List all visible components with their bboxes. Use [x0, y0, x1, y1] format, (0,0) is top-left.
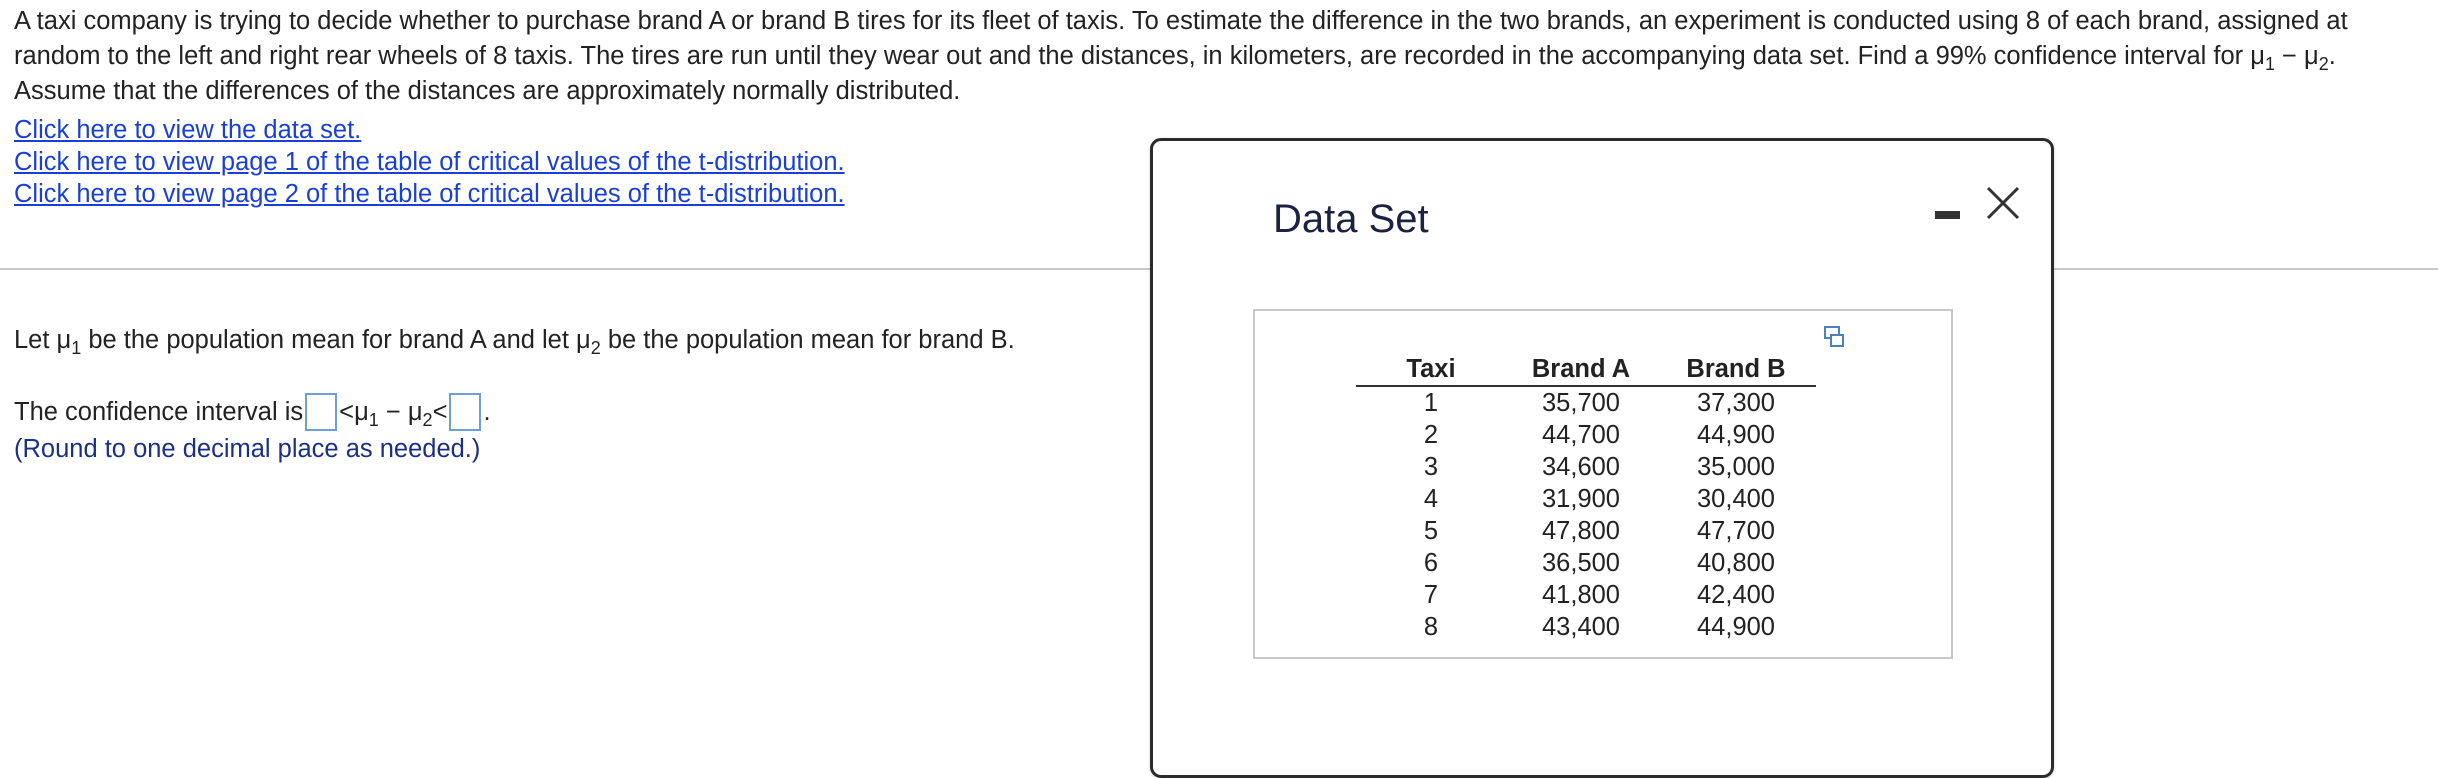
taxi-cell: 3	[1423, 453, 1439, 481]
taxi-cell: 4	[1423, 485, 1439, 513]
brand-a-cell: 47,800	[1542, 517, 1620, 545]
table-row: 7 41,800 42,400	[1356, 579, 1816, 611]
t-table-page-2-link[interactable]: Click here to view page 2 of the table o…	[14, 178, 845, 210]
brand-a-cell: 35,700	[1542, 389, 1620, 417]
brand-b-cell: 42,400	[1697, 581, 1775, 609]
taxi-cell: 7	[1423, 581, 1439, 609]
brand-b-cell: 40,800	[1697, 549, 1775, 577]
less-than-symbol: <	[432, 398, 448, 426]
table-header-row: Taxi Brand A Brand B	[1356, 353, 1816, 387]
copy-icon[interactable]	[1822, 325, 1846, 349]
table-row: 6 36,500 40,800	[1356, 547, 1816, 579]
dialog-title: Data Set	[1273, 197, 1429, 241]
brand-a-cell: 41,800	[1542, 581, 1620, 609]
table-row: 3 34,600 35,000	[1356, 451, 1816, 483]
taxi-cell: 2	[1423, 421, 1439, 449]
ci-period: .	[483, 398, 491, 426]
table-row: 8 43,400 44,900	[1356, 611, 1816, 643]
brand-a-cell: 31,900	[1542, 485, 1620, 513]
taxi-cell: 5	[1423, 517, 1439, 545]
brand-b-cell: 35,000	[1697, 453, 1775, 481]
column-header-taxi: Taxi	[1356, 353, 1506, 387]
rounding-note: (Round to one decimal place as needed.)	[14, 435, 481, 463]
view-data-set-link[interactable]: Click here to view the data set.	[14, 114, 845, 146]
taxi-cell: 6	[1423, 549, 1439, 577]
brand-b-cell: 44,900	[1697, 421, 1775, 449]
table-row: 5 47,800 47,700	[1356, 515, 1816, 547]
upper-bound-input[interactable]	[449, 393, 482, 431]
brand-a-cell: 34,600	[1542, 453, 1620, 481]
column-header-brand-b: Brand B	[1656, 353, 1816, 387]
data-table: Taxi Brand A Brand B 1 35,700 37,300 2 4…	[1356, 353, 1816, 643]
taxi-cell: 8	[1423, 613, 1439, 641]
close-icon[interactable]	[1981, 181, 2025, 225]
less-than-symbol: <	[339, 398, 355, 426]
table-row: 1 35,700 37,300	[1356, 386, 1816, 419]
brand-b-cell: 30,400	[1697, 485, 1775, 513]
confidence-interval-question: The confidence interval is < μ1 − μ2 < .	[14, 393, 491, 431]
definition-statement: Let μ1 be the population mean for brand …	[14, 326, 1015, 358]
taxi-cell: 1	[1423, 389, 1439, 417]
t-table-page-1-link[interactable]: Click here to view page 1 of the table o…	[14, 146, 845, 178]
problem-statement: A taxi company is trying to decide wheth…	[14, 7, 2348, 105]
brand-a-cell: 43,400	[1542, 613, 1620, 641]
brand-b-cell: 44,900	[1697, 613, 1775, 641]
column-header-brand-a: Brand A	[1506, 353, 1656, 387]
brand-a-cell: 44,700	[1542, 421, 1620, 449]
table-row: 2 44,700 44,900	[1356, 419, 1816, 451]
mu-difference-expression: μ1 − μ2	[354, 398, 433, 430]
brand-b-cell: 37,300	[1697, 389, 1775, 417]
table-row: 4 31,900 30,400	[1356, 483, 1816, 515]
brand-b-cell: 47,700	[1697, 517, 1775, 545]
minimize-icon[interactable]	[1929, 193, 1969, 233]
brand-a-cell: 36,500	[1542, 549, 1620, 577]
lower-bound-input[interactable]	[305, 393, 338, 431]
resource-links: Click here to view the data set. Click h…	[14, 114, 845, 210]
ci-prefix: The confidence interval is	[14, 398, 304, 426]
